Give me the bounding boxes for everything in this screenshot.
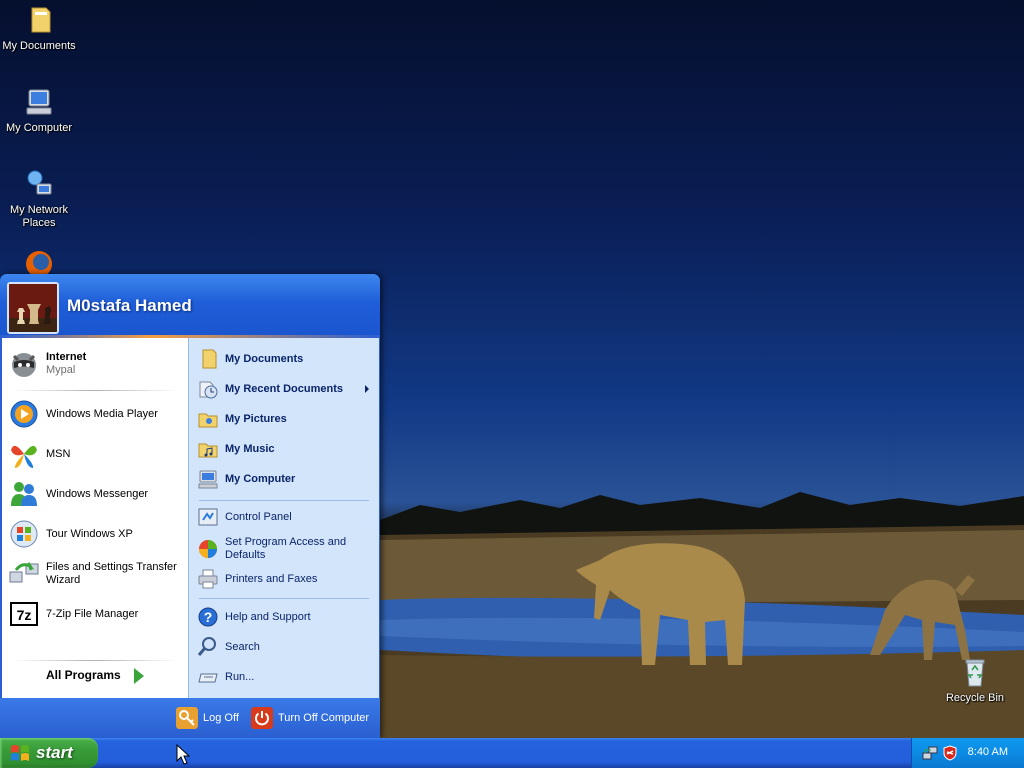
windows-logo-icon [11, 745, 29, 761]
start-label: start [36, 743, 73, 762]
place-label: My Computer [225, 472, 296, 485]
setting-label: Printers and Faxes [225, 572, 318, 585]
tool-search[interactable]: Search [197, 634, 375, 660]
pinned-item-internet[interactable]: Internet Mypal [8, 346, 184, 382]
folder-documents-icon [202, 349, 217, 369]
desktop-icon-label: My Computer [5, 122, 73, 134]
desktop-icon-my-network-places[interactable]: My Network Places [0, 168, 78, 230]
network-icon [27, 170, 52, 195]
help-icon: ? [198, 607, 218, 627]
start-menu-right-pane: My Documents My Recent Documents My Pict… [188, 338, 379, 698]
place-my-music[interactable]: My Music [197, 436, 375, 462]
recent-item-windows-messenger[interactable]: Windows Messenger [8, 476, 184, 512]
clock[interactable]: 8:40 AM [968, 746, 1008, 758]
recent-item-label: MSN [46, 447, 71, 460]
pinned-item-title: Internet [46, 351, 87, 363]
recent-item-tour-windows-xp[interactable]: Tour Windows XP [8, 516, 184, 552]
computer-icon [26, 89, 52, 115]
computer-icon [198, 470, 218, 489]
tool-label: Run... [225, 670, 255, 683]
tool-run[interactable]: Run... [197, 664, 375, 690]
raccoon-icon [12, 353, 36, 377]
desktop-icon-my-computer[interactable]: My Computer [0, 86, 78, 135]
separator [199, 500, 369, 501]
control-panel-icon [198, 508, 218, 526]
arrow-right-icon [134, 668, 144, 684]
folder-music-icon [198, 443, 218, 458]
recent-item-label: 7-Zip File Manager [46, 607, 139, 620]
separator [199, 598, 369, 599]
all-programs-button[interactable]: All Programs [46, 668, 121, 682]
recent-item-windows-media-player[interactable]: Windows Media Player [8, 396, 184, 432]
recent-item-7zip-file-manager[interactable]: 7z 7-Zip File Manager [8, 596, 184, 632]
msn-butterfly-icon [11, 445, 37, 468]
pinned-item-subtitle: Mypal [46, 364, 76, 376]
turn-off-computer-button[interactable]: Turn Off Computer [251, 706, 369, 730]
separator [12, 660, 178, 661]
desktop-icon-label: My Network Places [9, 204, 69, 229]
recent-item-label: Windows Messenger [46, 487, 149, 500]
desktop-icon-label: Recycle Bin [945, 692, 1005, 704]
start-menu-left-pane: Internet Mypal Windows Media Player MSN [2, 338, 188, 698]
recycle-bin-icon [965, 659, 985, 687]
power-icon [251, 707, 273, 729]
printer-icon [198, 569, 218, 589]
key-icon [176, 707, 198, 729]
place-my-documents[interactable]: My Documents [197, 346, 375, 372]
desktop-icon-label: My Documents [2, 40, 76, 52]
7zip-icon: 7z [10, 602, 38, 626]
log-off-label: Log Off [203, 712, 239, 724]
setting-set-program-access-and-defaults[interactable]: Set Program Access and Defaults [197, 534, 375, 564]
place-my-pictures[interactable]: My Pictures [197, 406, 375, 432]
start-menu-footer: Log Off Turn Off Computer [0, 698, 380, 738]
place-label: My Documents [225, 352, 304, 365]
run-icon [198, 673, 218, 683]
recent-documents-icon [199, 381, 218, 399]
recent-item-label: Files and Settings Transfer Wizard [46, 561, 177, 586]
recent-item-files-and-settings-transfer-wizard[interactable]: Files and Settings Transfer Wizard [8, 556, 184, 592]
recent-item-label: Tour Windows XP [46, 527, 133, 540]
taskbar: start 8:40 AM [0, 738, 1024, 768]
chess-avatar-icon [9, 284, 57, 332]
desktop-icon-my-documents[interactable]: My Documents [0, 4, 78, 53]
program-access-icon [199, 540, 217, 558]
setting-printers-and-faxes[interactable]: Printers and Faxes [197, 566, 375, 592]
mouse-cursor-icon [176, 744, 190, 765]
media-player-icon [10, 400, 38, 428]
user-name: M0stafa Hamed [67, 296, 192, 315]
setting-label: Control Panel [225, 510, 292, 523]
start-menu: M0stafa Hamed Internet Mypal Windows Med… [0, 274, 380, 738]
separator [12, 390, 178, 391]
log-off-button[interactable]: Log Off [176, 706, 239, 730]
folder-documents-icon [31, 7, 51, 33]
transfer-wizard-icon [9, 562, 39, 583]
place-my-computer[interactable]: My Computer [197, 466, 375, 492]
system-tray: 8:40 AM [911, 738, 1024, 768]
svg-text:7z: 7z [17, 607, 32, 623]
folder-pictures-icon [198, 413, 218, 428]
svg-text:?: ? [204, 609, 213, 625]
place-label: My Recent Documents [225, 382, 343, 395]
search-icon [197, 637, 216, 656]
user-avatar[interactable] [7, 282, 59, 334]
setting-label: Set Program Access and Defaults [225, 536, 347, 561]
place-my-recent-documents[interactable]: My Recent Documents [197, 376, 375, 402]
recent-item-msn[interactable]: MSN [8, 436, 184, 472]
tour-icon [10, 520, 38, 548]
setting-control-panel[interactable]: Control Panel [197, 504, 375, 530]
security-shield-icon[interactable] [942, 745, 958, 761]
messenger-icon [11, 482, 37, 506]
recent-item-label: Windows Media Player [46, 407, 158, 420]
desktop-icon-recycle-bin[interactable]: Recycle Bin [936, 656, 1014, 705]
turn-off-label: Turn Off Computer [278, 712, 370, 724]
tool-help-and-support[interactable]: ? Help and Support [197, 604, 375, 630]
start-button[interactable]: start [0, 738, 98, 768]
submenu-arrow-icon [365, 385, 369, 393]
place-label: My Music [225, 442, 275, 455]
start-menu-header: M0stafa Hamed [0, 274, 380, 338]
tool-label: Search [225, 640, 260, 653]
tool-label: Help and Support [225, 610, 311, 623]
place-label: My Pictures [225, 412, 287, 425]
network-tray-icon[interactable] [922, 745, 938, 761]
